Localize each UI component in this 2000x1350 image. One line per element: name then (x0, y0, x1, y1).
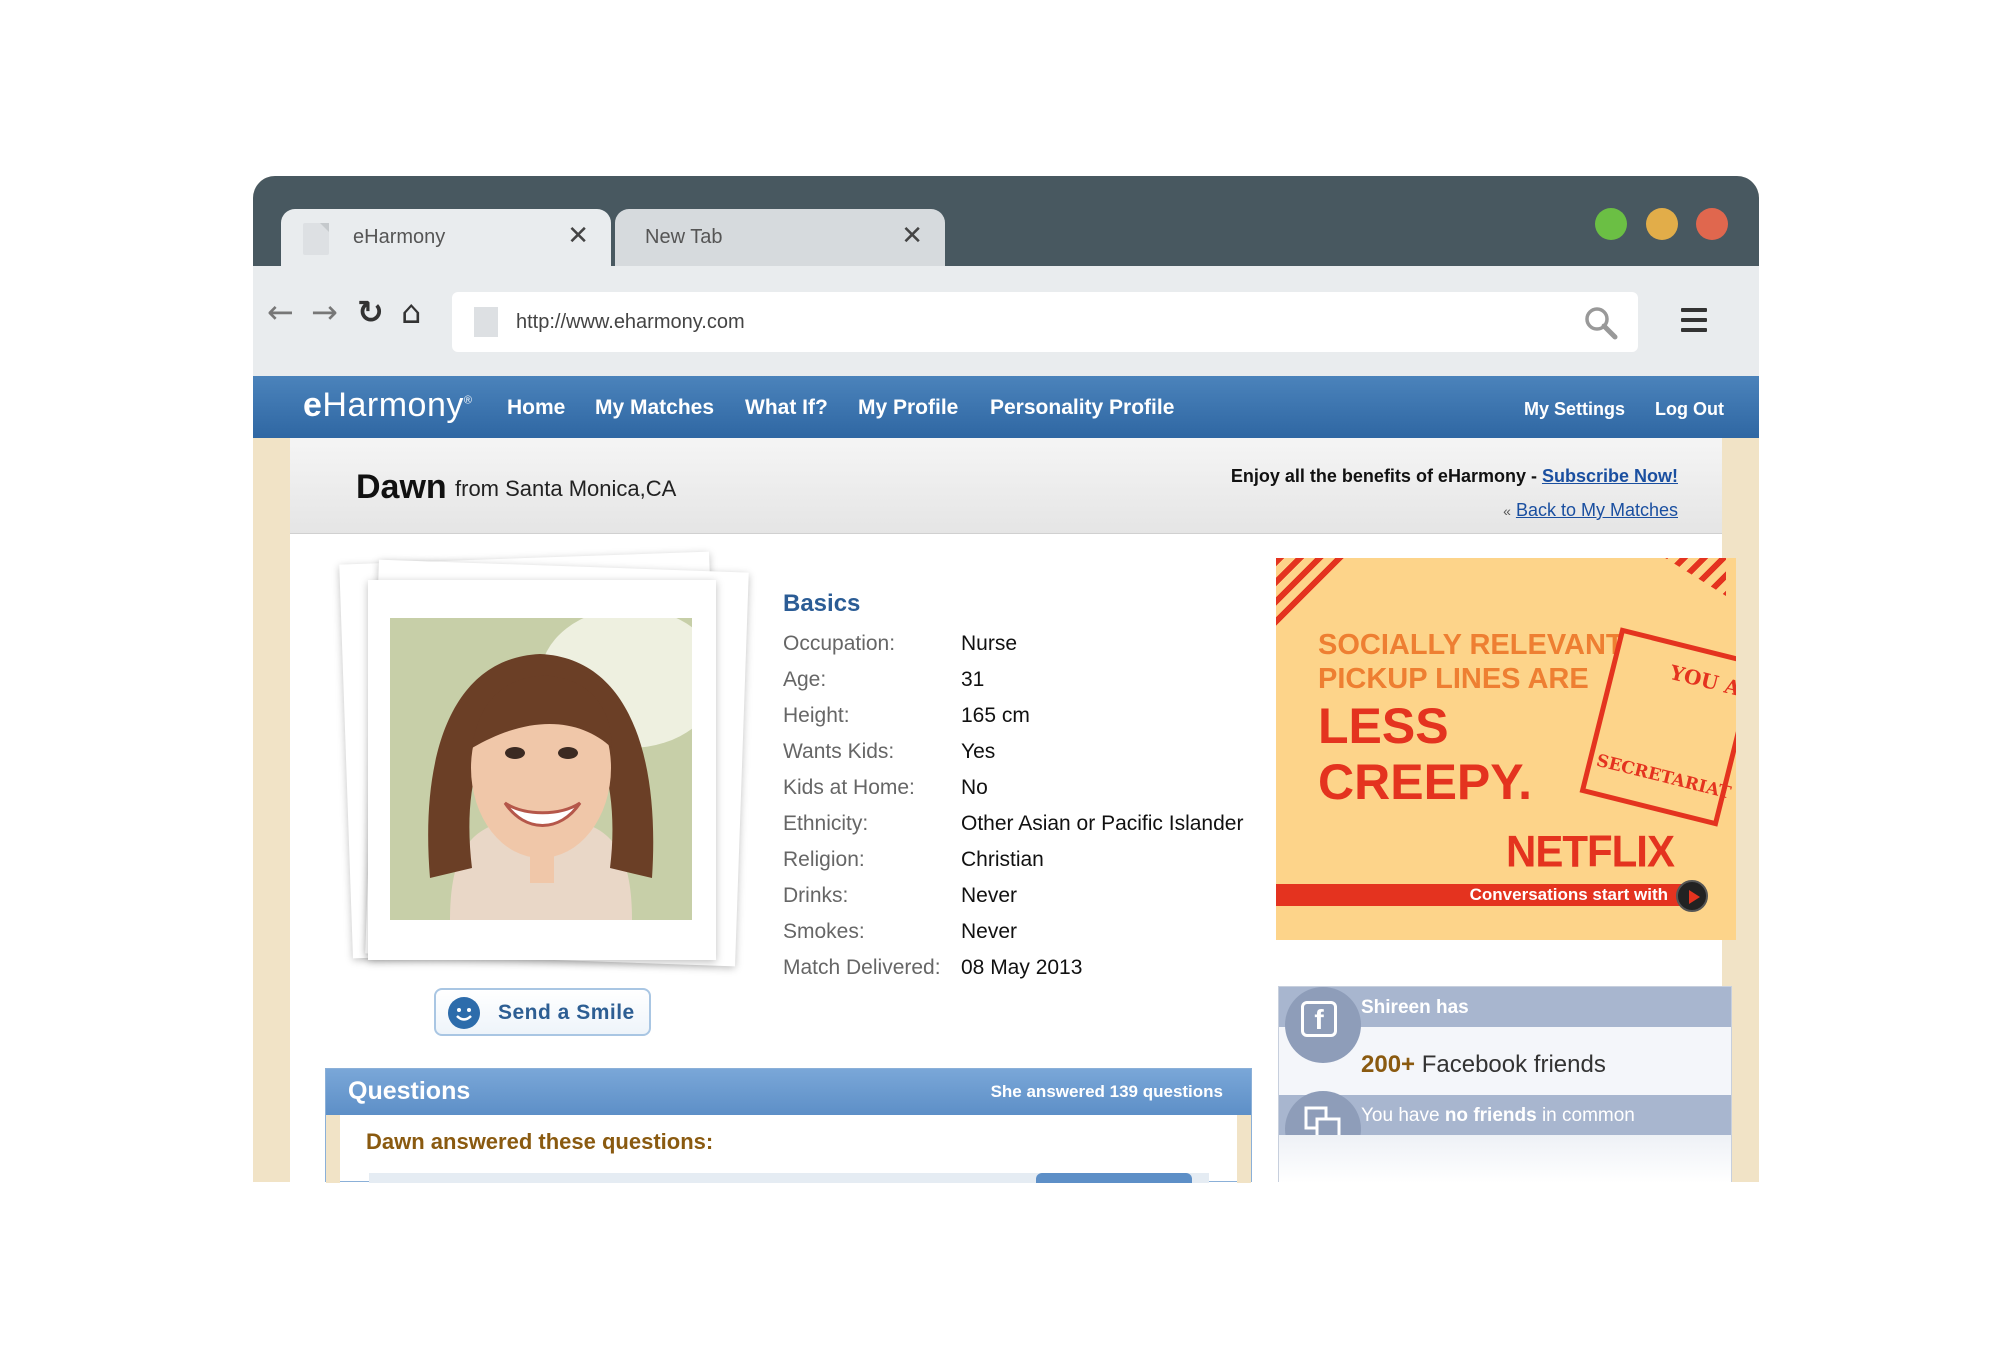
send-smile-button[interactable]: Send a Smile (434, 988, 651, 1036)
nav-my-settings[interactable]: My Settings (1524, 399, 1625, 420)
tab-new-tab[interactable]: New Tab ✕ (615, 209, 945, 266)
browser-titlebar: eHarmony ✕ New Tab ✕ (253, 176, 1759, 266)
facebook-friend-line: Shireen has (1361, 997, 1469, 1018)
subscribe-promo: Enjoy all the benefits of eHarmony - Sub… (1230, 466, 1678, 486)
ad-headline-large: LESS CREEPY. (1318, 698, 1532, 810)
forward-arrow-icon[interactable]: → (311, 296, 338, 328)
tab-eharmony[interactable]: eHarmony ✕ (281, 209, 611, 266)
smile-icon (448, 997, 480, 1029)
common-friends-text: You have no friends in common (1361, 1105, 1635, 1126)
questions-subtitle: Dawn answered these questions: (366, 1129, 714, 1154)
questions-count: She answered 139 questions (990, 1082, 1223, 1101)
basics-label: Kids at Home: (783, 776, 915, 799)
search-icon[interactable] (1584, 306, 1618, 340)
photo-frame (368, 580, 716, 960)
basics-value: Never (961, 920, 1018, 943)
send-smile-label: Send a Smile (498, 1001, 635, 1024)
address-bar[interactable]: http://www.eharmony.com (452, 292, 1638, 352)
panel-margin (1237, 1115, 1251, 1183)
basics-label: Match Delivered: (783, 956, 941, 979)
back-to-matches: « Back to My Matches (1503, 500, 1678, 521)
basics-label: Height: (783, 704, 850, 727)
basics-label: Wants Kids: (783, 740, 895, 763)
profile-header: Dawn from Santa Monica,CA Enjoy all the … (290, 438, 1722, 534)
stripes-decoration (1276, 558, 1356, 638)
url-text: http://www.eharmony.com (516, 311, 745, 333)
ad-tagline: Conversations start with (1469, 885, 1668, 904)
reload-icon[interactable]: ↻ (357, 296, 384, 328)
basics-value: Nurse (961, 632, 1018, 655)
subscribe-now-link[interactable]: Subscribe Now! (1542, 466, 1678, 486)
facebook-friend-count: 200+ Facebook friends (1361, 1051, 1606, 1078)
tab-title: eHarmony (353, 226, 446, 248)
nav-what-if[interactable]: What If? (745, 396, 828, 420)
stripes-decoration (1662, 558, 1726, 596)
widget-fade (1279, 1135, 1731, 1183)
home-icon[interactable]: ⌂ (401, 296, 421, 328)
profile-location: from Santa Monica,CA (455, 476, 677, 501)
panel-margin (326, 1115, 340, 1183)
double-chevron-left-icon: « (1503, 503, 1511, 519)
basics-value: Yes (961, 740, 996, 763)
nav-home[interactable]: Home (507, 396, 565, 420)
page-icon (474, 307, 498, 337)
nav-my-profile[interactable]: My Profile (858, 396, 958, 420)
nav-my-matches[interactable]: My Matches (595, 396, 714, 420)
tab-title: New Tab (645, 226, 723, 248)
back-to-matches-link[interactable]: Back to My Matches (1516, 500, 1678, 520)
basics-value: Christian (961, 848, 1044, 871)
basics-value: Other Asian or Pacific Islander (961, 812, 1244, 835)
hamburger-menu-icon[interactable] (1681, 308, 1707, 338)
basics-label: Ethnicity: (783, 812, 869, 835)
basics-value: No (961, 776, 988, 799)
netflix-logo: NETFLIX (1506, 826, 1675, 877)
eharmony-logo[interactable]: eHarmony® (303, 386, 472, 425)
page-icon (303, 223, 329, 255)
basics-label: Smokes: (783, 920, 865, 943)
basics-value: Never (961, 884, 1018, 907)
basics-value: 165 cm (961, 704, 1030, 727)
basics-label: Religion: (783, 848, 865, 871)
back-arrow-icon[interactable]: ← (267, 296, 294, 328)
maximize-window-button[interactable] (1595, 208, 1627, 240)
play-icon[interactable] (1676, 880, 1708, 912)
basics-label: Drinks: (783, 884, 849, 907)
question-tab[interactable] (1036, 1173, 1192, 1183)
close-tab-icon[interactable]: ✕ (567, 221, 589, 251)
questions-title: Questions (348, 1077, 471, 1105)
facebook-friends-widget: f Shireen has 200+ Facebook friends You … (1278, 986, 1732, 1183)
profile-photo[interactable] (390, 618, 692, 920)
nav-log-out[interactable]: Log Out (1655, 399, 1724, 420)
basics-label: Age: (783, 668, 827, 691)
site-navbar: eHarmony® Home My Matches What If? My Pr… (253, 376, 1759, 438)
basics-label: Occupation: (783, 632, 896, 655)
close-tab-icon[interactable]: ✕ (901, 221, 923, 251)
netflix-ad-banner[interactable]: SOCIALLY RELEVANT PICKUP LINES ARE LESS … (1276, 558, 1736, 940)
ad-tagline-band: Conversations start with (1276, 884, 1696, 906)
facebook-icon: f (1301, 1001, 1337, 1037)
questions-header: Questions She answered 139 questions (326, 1069, 1251, 1115)
close-window-button[interactable] (1696, 208, 1728, 240)
basics-heading: Basics (783, 590, 861, 617)
profile-name: Dawn (356, 468, 447, 506)
ad-headline: SOCIALLY RELEVANT PICKUP LINES ARE (1318, 629, 1624, 695)
basics-value: 08 May 2013 (961, 956, 1083, 979)
browser-toolbar: ← → ↻ ⌂ http://www.eharmony.com (253, 266, 1759, 376)
basics-value: 31 (961, 668, 985, 691)
questions-panel: Questions She answered 139 questions Daw… (325, 1068, 1252, 1183)
nav-personality-profile[interactable]: Personality Profile (990, 396, 1174, 420)
minimize-window-button[interactable] (1646, 208, 1678, 240)
page-margin-left (253, 438, 290, 1182)
